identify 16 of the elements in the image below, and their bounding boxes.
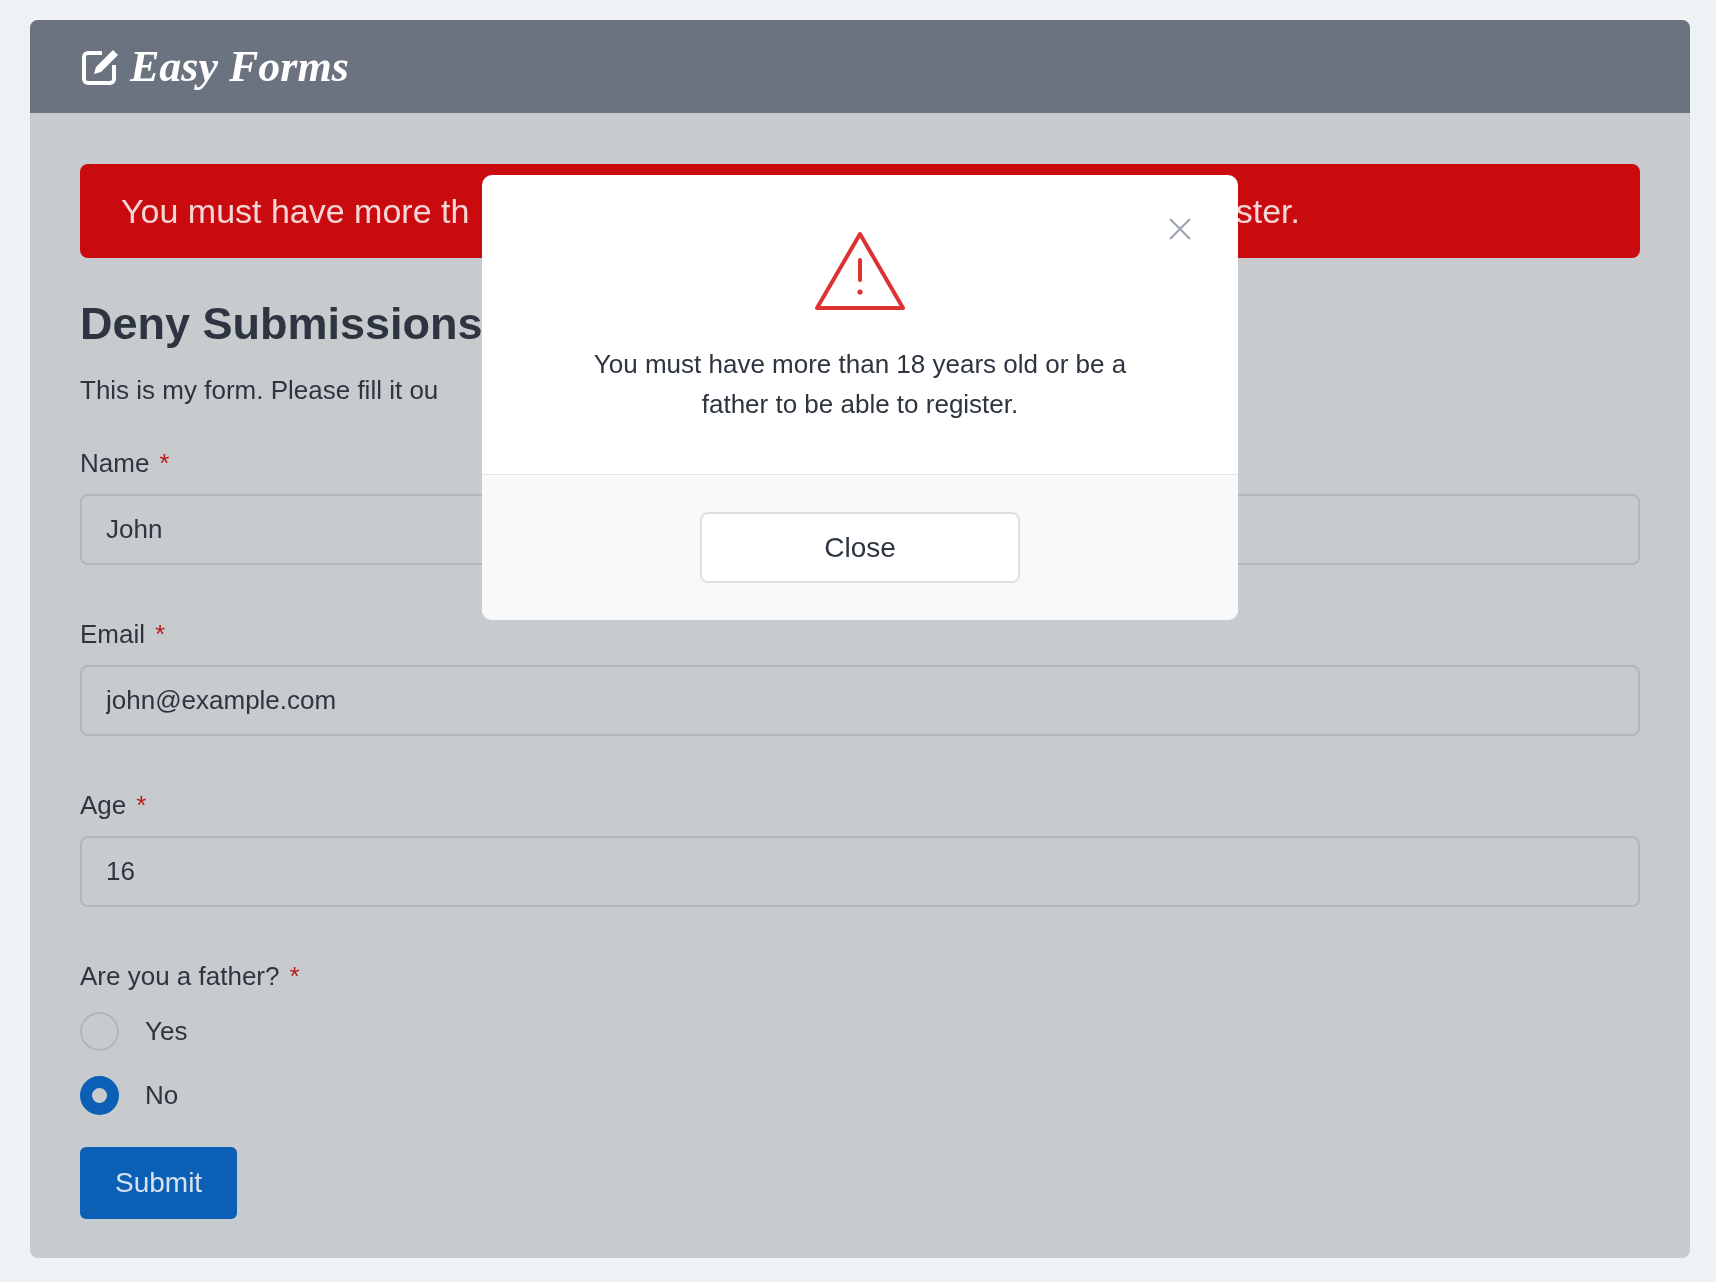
form-description: This is my form. Please fill it ou	[80, 374, 439, 407]
dialog-message: You must have more than 18 years old or be a father to be able to register.	[592, 348, 1128, 421]
field-label: Name	[80, 447, 150, 480]
field-label: Email	[80, 618, 145, 651]
alert-text: ster.	[1235, 191, 1300, 231]
required-mark: *	[289, 960, 300, 993]
option-label: Yes	[145, 1015, 188, 1047]
required-mark: *	[159, 447, 170, 480]
required-mark: *	[155, 618, 166, 651]
logo-text: Easy Forms	[130, 41, 349, 92]
required-mark: *	[136, 789, 147, 822]
field-label: Are you a father?	[80, 960, 280, 993]
alert-text: You must have more th	[121, 191, 470, 231]
form-title: Deny Submissions	[80, 297, 484, 351]
field-label: Age	[80, 789, 127, 822]
option-label: No	[145, 1079, 179, 1111]
